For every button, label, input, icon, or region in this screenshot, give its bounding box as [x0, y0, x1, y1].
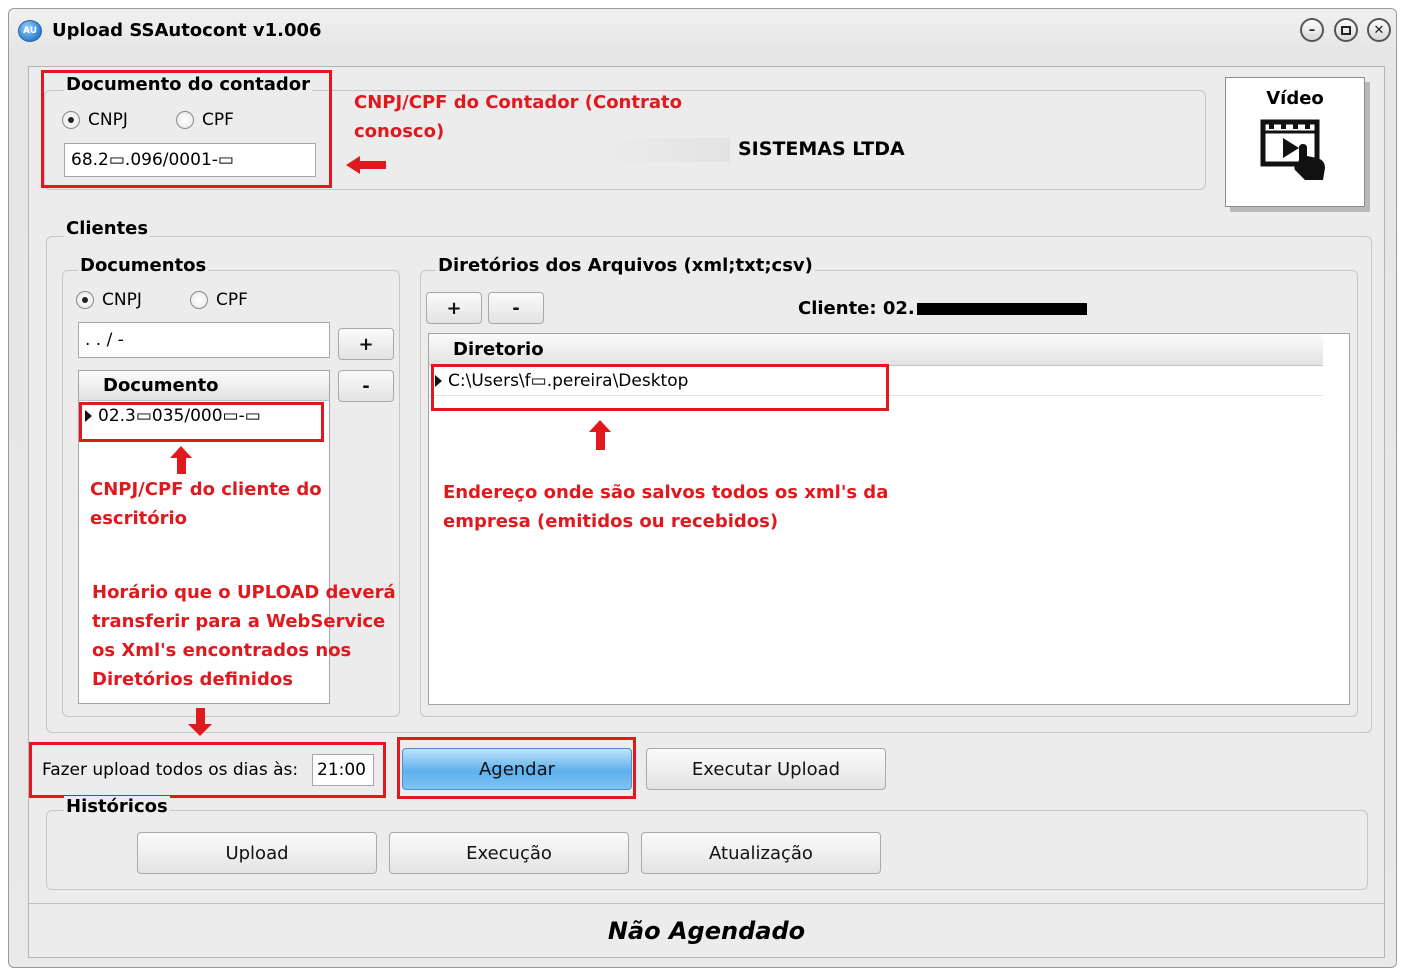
documentos-column-header: Documento: [79, 371, 329, 401]
radio-selected-icon: [76, 291, 94, 309]
annotation-line: Horário que o UPLOAD deverá: [92, 582, 396, 603]
radio-label: CNPJ: [102, 290, 142, 310]
documentos-add-button[interactable]: +: [338, 328, 394, 360]
historico-atualizacao-button[interactable]: Atualização: [641, 832, 881, 874]
column-header-label: Diretorio: [453, 339, 544, 360]
video-button[interactable]: Vídeo: [1225, 77, 1365, 207]
annotation-line: CNPJ/CPF do cliente do: [90, 479, 322, 500]
documentos-mask-input[interactable]: . . / -: [78, 322, 330, 358]
diretorios-group-label: Diretórios dos Arquivos (xml;txt;csv): [436, 255, 815, 276]
annotation-cliente-note: CNPJ/CPF do cliente do escritório: [90, 475, 322, 533]
agendar-button[interactable]: Agendar: [402, 748, 632, 790]
historicos-group-label: Históricos: [64, 796, 170, 817]
arrow-up-icon: [170, 446, 192, 474]
annotation-box-cliente-doc: [79, 402, 324, 442]
company-name: SISTEMAS LTDA: [738, 138, 905, 160]
documentos-radio-cnpj[interactable]: CNPJ: [76, 290, 142, 310]
status-bar: Não Agendado: [29, 903, 1384, 957]
arrow-up-icon: [589, 420, 611, 450]
app-icon-text: AU: [23, 26, 37, 36]
documentos-group-label: Documentos: [78, 255, 209, 276]
radio-unselected-icon: [190, 291, 208, 309]
close-button[interactable]: ✕: [1367, 18, 1391, 42]
annotation-box-diretorio: [431, 364, 889, 411]
annotation-box-contador: [41, 70, 332, 188]
documentos-remove-button[interactable]: -: [338, 370, 394, 402]
annotation-line: Endereço onde são salvos todos os xml's …: [443, 482, 889, 503]
arrow-down-icon: [188, 708, 212, 736]
schedule-time-input[interactable]: 21:00: [312, 754, 374, 786]
schedule-label: Fazer upload todos os dias às:: [42, 760, 299, 780]
redacted-bar: [916, 302, 1087, 315]
annotation-line: empresa (emitidos ou recebidos): [443, 511, 779, 532]
status-text: Não Agendado: [607, 916, 806, 945]
annotation-line: transferir para a WebService: [92, 611, 386, 632]
annotation-diretorio-note: Endereço onde são salvos todos os xml's …: [443, 478, 888, 536]
annotation-line: Diretórios definidos: [92, 669, 293, 690]
arrow-left-icon: [346, 156, 386, 174]
column-header-label: Documento: [103, 375, 219, 396]
window-title: Upload SSAutocont v1.006: [52, 20, 322, 41]
historico-execucao-button[interactable]: Execução: [389, 832, 629, 874]
cliente-label: Cliente: 02.: [798, 298, 1087, 319]
app-icon: AU: [18, 20, 42, 42]
radio-label: CPF: [216, 290, 248, 310]
annotation-line: escritório: [90, 508, 188, 529]
cliente-label-text: Cliente: 02.: [798, 298, 915, 319]
maximize-button[interactable]: [1334, 18, 1358, 42]
diretorios-remove-button[interactable]: -: [488, 292, 544, 324]
minimize-icon: –: [1308, 22, 1316, 38]
executar-upload-button[interactable]: Executar Upload: [646, 748, 886, 790]
video-label: Vídeo: [1266, 88, 1324, 109]
redacted-area: [600, 138, 730, 162]
annotation-line: os Xml's encontrados nos: [92, 640, 352, 661]
historico-upload-button[interactable]: Upload: [137, 832, 377, 874]
video-play-icon: [1260, 119, 1325, 180]
maximize-icon: [1341, 25, 1351, 35]
annotation-line: CNPJ/CPF do Contador (Contrato: [354, 92, 682, 113]
minimize-button[interactable]: –: [1300, 18, 1324, 42]
clientes-group-label: Clientes: [64, 218, 151, 239]
documentos-radio-cpf[interactable]: CPF: [190, 290, 248, 310]
diretorios-column-header: Diretorio: [429, 334, 1323, 366]
diretorios-add-button[interactable]: +: [426, 292, 482, 324]
annotation-horario-note: Horário que o UPLOAD deverá transferir p…: [92, 578, 396, 694]
close-icon: ✕: [1373, 22, 1385, 38]
